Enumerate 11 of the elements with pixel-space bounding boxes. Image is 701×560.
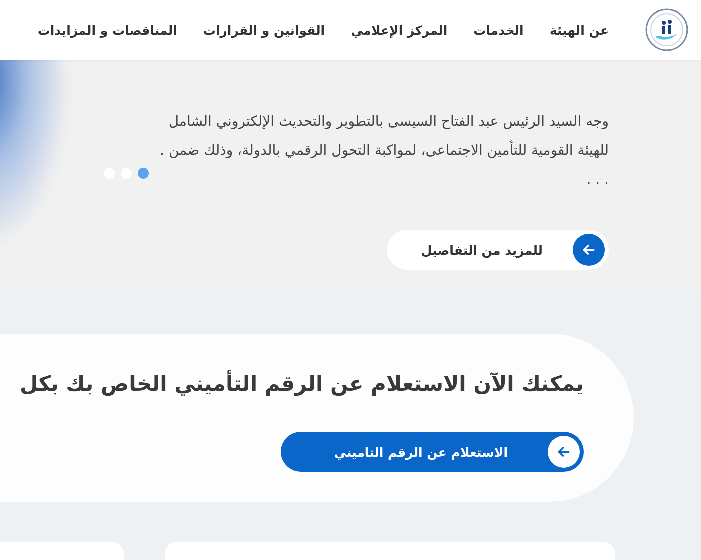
slide-dot[interactable] [138, 168, 149, 179]
inquiry-button[interactable]: الاستعلام عن الرقم التاميني [281, 432, 584, 472]
nav-link[interactable]: الخدمات [474, 22, 524, 38]
news-paragraph: وجه السيد الرئيس عبد الفتاح السيسى بالتطوير والتحديث الإلكتروني الشامل للهيئة القومية للتأمين الاجتماعى، لمواكبة التحول الرقمي بالدولة، وذلك ضمن . . . . [159, 113, 609, 190]
logo-icon[interactable] [645, 8, 689, 52]
nav-link[interactable]: عن الهيئة [550, 22, 609, 38]
nav-link[interactable]: المناقصات و المزايدات [38, 22, 178, 38]
nav-link[interactable]: المركز الإعلامي [351, 22, 448, 38]
details-button[interactable]: للمزيد من التفاصيل [387, 230, 609, 270]
inquiry-heading: يمكنك الآن الاستعلام عن الرقم التأميني الخاص بك بكل [19, 369, 584, 398]
nav-link[interactable]: القوانين و القرارات [203, 22, 326, 38]
